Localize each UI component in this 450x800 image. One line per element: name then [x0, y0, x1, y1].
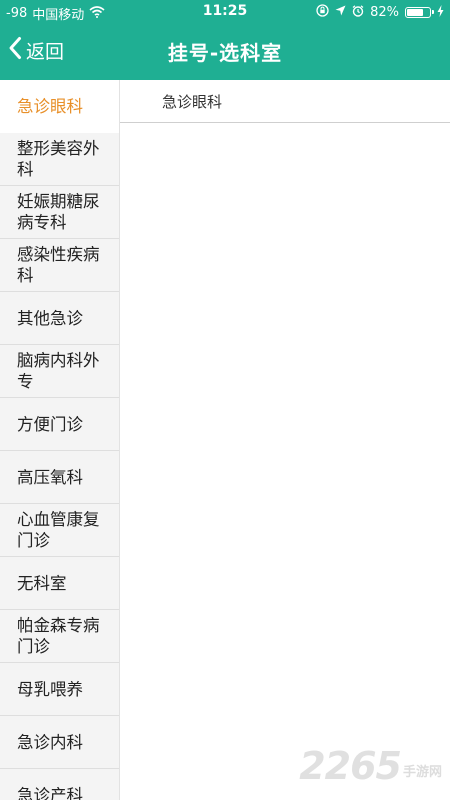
- sidebar-item[interactable]: 高压氧科: [0, 451, 119, 504]
- sidebar-item[interactable]: 母乳喂养: [0, 663, 119, 716]
- sidebar-item[interactable]: 无科室: [0, 557, 119, 610]
- sidebar-item-label: 感染性疾病科: [17, 245, 100, 285]
- sidebar-item[interactable]: 心血管康复门诊: [0, 504, 119, 557]
- sidebar-item-label: 急诊产科: [17, 785, 83, 800]
- sidebar-item-label: 方便门诊: [17, 414, 83, 434]
- sidebar-item-label: 整形美容外科: [17, 139, 100, 179]
- watermark-logo: 2265 手游网: [299, 744, 442, 788]
- sidebar-item[interactable]: 感染性疾病科: [0, 239, 119, 292]
- department-category-sidebar: 急诊眼科 整形美容外科 妊娠期糖尿病专科 感染性疾病科 其他急诊 脑病内科外专 …: [0, 80, 120, 800]
- charging-bolt-icon: [437, 4, 444, 21]
- battery-icon: [405, 7, 434, 18]
- sidebar-item[interactable]: 急诊产科: [0, 769, 119, 800]
- sidebar-item[interactable]: 方便门诊: [0, 398, 119, 451]
- sidebar-item-label: 急诊眼科: [17, 96, 83, 116]
- sidebar-item[interactable]: 帕金森专病门诊: [0, 610, 119, 663]
- department-row[interactable]: 急诊眼科: [120, 80, 450, 123]
- sidebar-item-label: 急诊内科: [17, 732, 83, 752]
- location-arrow-icon: [335, 5, 346, 20]
- sidebar-item-label: 帕金森专病门诊: [17, 616, 100, 656]
- sidebar-item-label: 高压氧科: [17, 467, 83, 487]
- battery-level-fill: [407, 9, 423, 16]
- nav-bar: 返回 挂号-选科室: [0, 24, 450, 80]
- sidebar-item-label: 母乳喂养: [17, 679, 83, 699]
- status-bar: -98 中国移动 11:25 82%: [0, 0, 450, 24]
- sidebar-item-label: 其他急诊: [17, 308, 83, 328]
- sidebar-item[interactable]: 急诊内科: [0, 716, 119, 769]
- rotation-lock-icon: [316, 4, 329, 21]
- alarm-icon: [352, 4, 364, 21]
- sidebar-item[interactable]: 急诊眼科: [0, 80, 119, 133]
- sidebar-item[interactable]: 脑病内科外专: [0, 345, 119, 398]
- header: -98 中国移动 11:25 82% 返回 挂号-选科室: [0, 0, 450, 80]
- sidebar-item[interactable]: 其他急诊: [0, 292, 119, 345]
- sidebar-item-label: 无科室: [17, 573, 67, 593]
- sidebar-item-label: 脑病内科外专: [17, 351, 100, 391]
- page-title: 挂号-选科室: [167, 41, 283, 65]
- status-right: 82%: [316, 4, 444, 21]
- sidebar-item-label: 心血管康复门诊: [17, 510, 100, 550]
- watermark-number: 2265: [299, 744, 402, 788]
- sidebar-item-label: 妊娠期糖尿病专科: [17, 192, 100, 232]
- battery-percent: 82%: [370, 5, 399, 20]
- watermark-text: 手游网: [402, 765, 442, 780]
- department-label: 急诊眼科: [162, 92, 223, 111]
- sidebar-item[interactable]: 整形美容外科: [0, 133, 119, 186]
- sidebar-item[interactable]: 妊娠期糖尿病专科: [0, 186, 119, 239]
- department-list: 急诊眼科: [120, 80, 450, 800]
